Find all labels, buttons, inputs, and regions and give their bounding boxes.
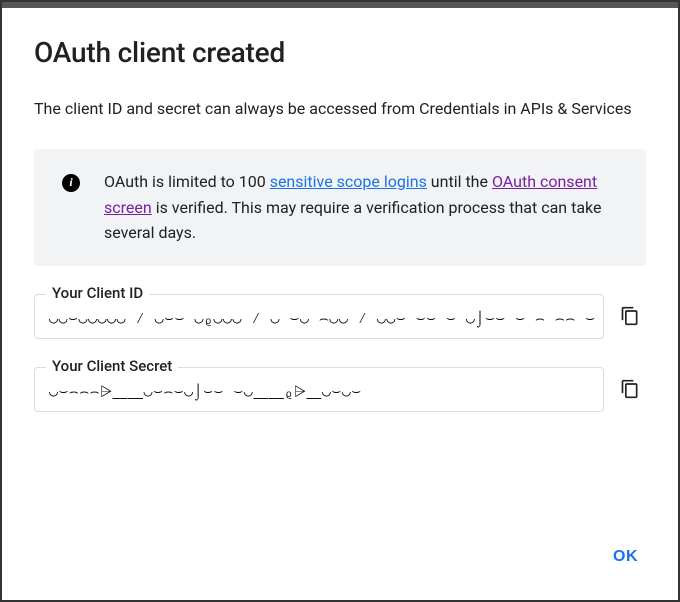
ok-button[interactable]: OK xyxy=(601,540,650,574)
client-secret-field-group: Your Client Secret ◡⌣⌢⌢⌢⩥⎽⎽◡⌣⌢⌣◡⌡⌣⌣ ⌣◡⎽⎽… xyxy=(34,367,646,412)
copy-client-id-button[interactable] xyxy=(614,300,646,332)
copy-icon xyxy=(620,306,640,326)
client-id-field-group: Your Client ID ◡◡⌣◡◡◡◡◡ ⁄ ◡⌣⌣ ◡ᵨ◡◡◡ ⁄ ◡ … xyxy=(34,294,646,339)
client-id-label: Your Client ID xyxy=(46,284,149,302)
copy-client-secret-button[interactable] xyxy=(614,373,646,405)
copy-icon xyxy=(620,379,640,399)
info-box: i OAuth is limited to 100 sensitive scop… xyxy=(34,149,646,266)
info-text-mid: until the xyxy=(427,172,492,191)
dialog-content: OAuth client created The client ID and s… xyxy=(2,8,678,528)
client-secret-label: Your Client Secret xyxy=(46,357,178,375)
oauth-created-dialog: OAuth client created The client ID and s… xyxy=(0,0,680,602)
info-text: OAuth is limited to 100 sensitive scope … xyxy=(104,169,632,246)
sensitive-scope-logins-link[interactable]: sensitive scope logins xyxy=(270,172,427,191)
dialog-title: OAuth client created xyxy=(34,36,646,69)
dialog-subtitle: The client ID and secret can always be a… xyxy=(34,97,646,121)
info-text-post: is verified. This may require a verifica… xyxy=(104,198,601,243)
info-text-pre: OAuth is limited to 100 xyxy=(104,172,270,191)
info-icon: i xyxy=(62,174,80,192)
dialog-actions: OK xyxy=(2,528,678,600)
info-icon-wrap: i xyxy=(48,169,80,192)
